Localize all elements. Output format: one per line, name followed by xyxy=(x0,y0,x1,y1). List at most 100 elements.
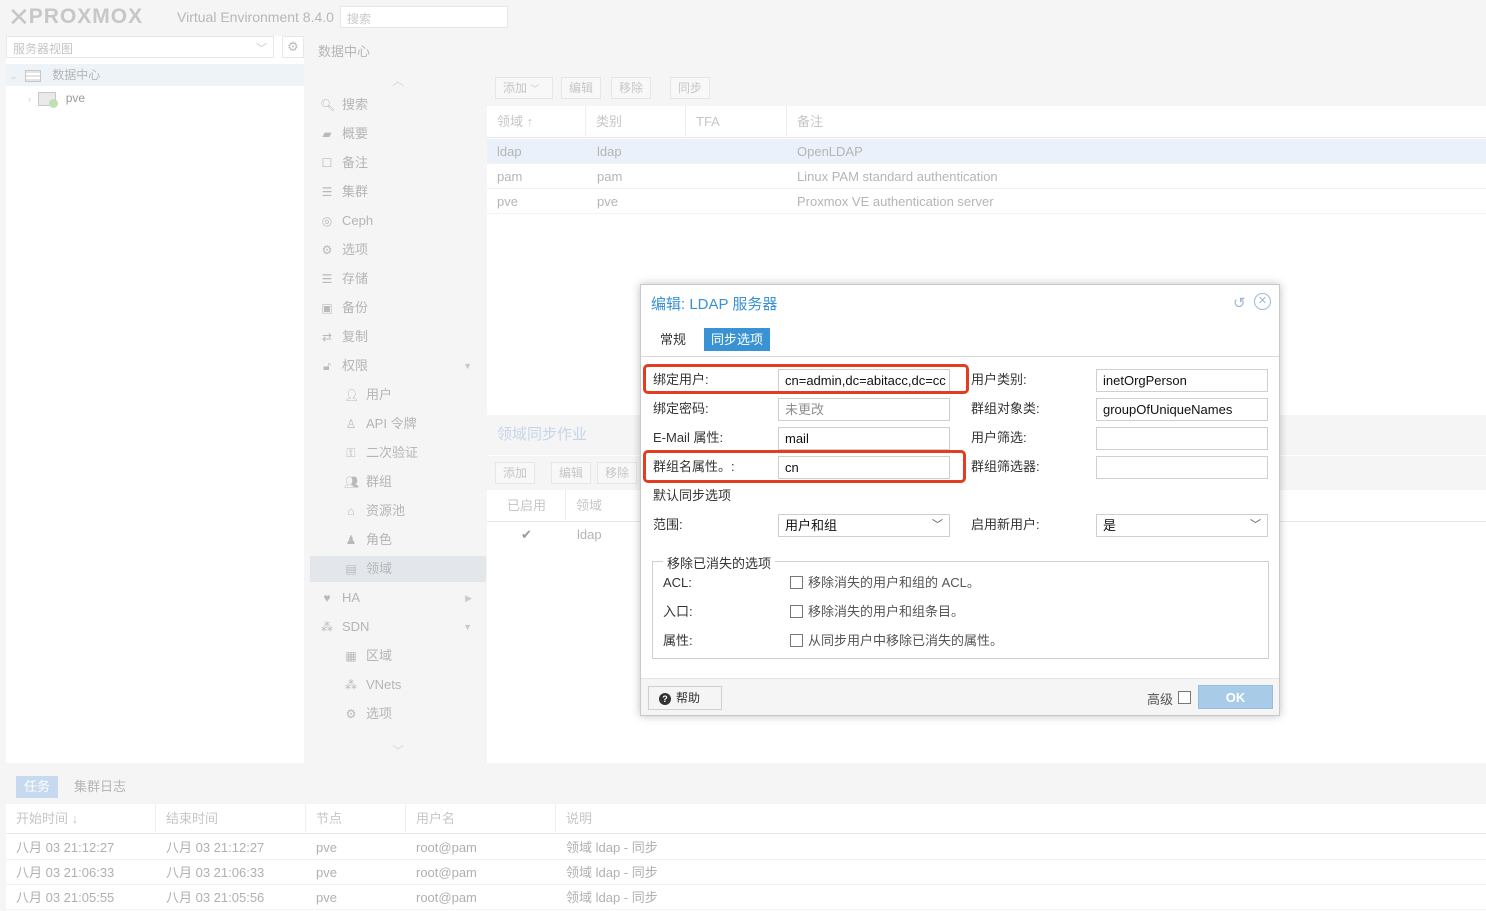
nav-item-roles[interactable]: ♟ 角色 xyxy=(310,527,486,553)
nav-label: 群组 xyxy=(366,474,393,489)
nav-item-vnets[interactable]: ⁂ VNets xyxy=(310,672,486,698)
nav-item-search[interactable]: 🔍︎ 搜索 xyxy=(310,92,486,118)
user-icon: 👤︎ xyxy=(344,388,360,402)
tab-sync-options[interactable]: 同步选项 xyxy=(704,328,771,351)
nav-item-realms[interactable]: ▤ 领域 xyxy=(310,556,486,582)
tree-item-label: pve xyxy=(65,91,86,105)
table-row[interactable]: pam pam Linux PAM standard authenticatio… xyxy=(487,164,1486,189)
nav-item-notes[interactable]: ☐ 备注 xyxy=(310,150,486,176)
check-icon: ✔ xyxy=(521,527,532,542)
nav-item-replication[interactable]: ⇄ 复制 xyxy=(310,324,486,350)
nav-item-groups[interactable]: 👥︎ 群组 xyxy=(310,469,486,495)
cell-description: 领域 ldap - 同步 xyxy=(566,890,658,905)
group-filter-field[interactable] xyxy=(1096,456,1268,479)
search-input[interactable]: 搜索 xyxy=(340,6,508,28)
gear-icon[interactable]: ⚙ xyxy=(282,36,304,58)
user-outline-icon: ♙ xyxy=(345,417,357,431)
expand-arrow-icon[interactable]: ▶ xyxy=(465,585,472,611)
nav-item-summary[interactable]: ▰ 概要 xyxy=(310,121,486,147)
expand-icon[interactable]: ⌄ xyxy=(10,71,18,81)
column-header-comment[interactable]: 备注 xyxy=(787,106,1486,138)
bind-password-label: 绑定密码: xyxy=(653,401,709,416)
column-header-user[interactable]: 用户名 xyxy=(406,804,556,834)
column-header-realm[interactable]: 领域 ↑ xyxy=(487,106,586,138)
scroll-up-icon[interactable]: ︿ xyxy=(392,72,404,89)
nav-item-sdn[interactable]: ⁂ SDN ▼ xyxy=(310,614,486,640)
tab-tasks[interactable]: 任务 xyxy=(16,776,59,798)
entry-checkbox[interactable] xyxy=(790,605,803,618)
remove-button[interactable]: 移除 xyxy=(611,77,652,99)
column-header-description[interactable]: 说明 xyxy=(556,804,1486,834)
properties-text: 从同步用户中移除已消失的属性。 xyxy=(808,633,1004,648)
acl-checkbox[interactable] xyxy=(790,576,803,589)
add-button[interactable]: 添加 ﹀ xyxy=(495,77,553,99)
sync-button[interactable]: 同步 xyxy=(670,77,711,99)
nav-item-cluster[interactable]: ☰ 集群 xyxy=(310,179,486,205)
nav-item-storage[interactable]: ☰ 存储 xyxy=(310,266,486,292)
column-header-node[interactable]: 节点 xyxy=(306,804,406,834)
table-row[interactable]: ldap ldap OpenLDAP xyxy=(487,139,1486,164)
user-filter-label: 用户筛选: xyxy=(971,430,1027,445)
table-row[interactable]: 八月 03 21:12:27 八月 03 21:12:27 pve root@p… xyxy=(6,835,1486,860)
cell-user: root@pam xyxy=(416,865,477,880)
scope-value: 用户和组 xyxy=(785,518,838,533)
nav-item-ha[interactable]: ♥ HA ▶ xyxy=(310,585,486,611)
column-header-enabled[interactable]: 已启用 xyxy=(497,490,566,522)
nav-item-users[interactable]: 👤︎ 用户 xyxy=(310,382,486,408)
bind-password-field[interactable]: 未更改 xyxy=(778,398,950,421)
column-header-type[interactable]: 类别 xyxy=(586,106,686,138)
add-sync-job-button[interactable]: 添加 xyxy=(495,462,536,484)
enable-new-select[interactable]: 是 ﹀ xyxy=(1096,514,1268,537)
tree-item-pve[interactable]: › pve xyxy=(6,87,304,109)
user-class-field[interactable]: inetOrgPerson xyxy=(1096,369,1268,392)
view-select[interactable]: 服务器视图 ﹀ xyxy=(6,36,274,58)
edit-button[interactable]: 编辑 xyxy=(561,77,602,99)
expand-icon[interactable]: › xyxy=(28,94,31,104)
nav-item-pools[interactable]: ⌂ 资源池 xyxy=(310,498,486,524)
edit-ldap-dialog: 编辑: LDAP 服务器 ↺ ✕ 常规 同步选项 绑定用户: cn=admin,… xyxy=(640,284,1280,716)
table-row[interactable]: 八月 03 21:05:55 八月 03 21:05:56 pve root@p… xyxy=(6,885,1486,910)
ok-button[interactable]: OK xyxy=(1198,685,1273,709)
version-label: Virtual Environment 8.4.0 xyxy=(177,9,334,25)
properties-checkbox[interactable] xyxy=(790,634,803,647)
table-row[interactable]: 八月 03 21:06:33 八月 03 21:06:33 pve root@p… xyxy=(6,860,1486,885)
nav-item-ceph[interactable]: ◎ Ceph xyxy=(310,208,486,234)
tab-cluster-log[interactable]: 集群日志 xyxy=(66,776,134,798)
column-header-realm[interactable]: 领域 xyxy=(566,490,646,522)
tree-item-datacenter[interactable]: ⌄ 数据中心 xyxy=(6,64,304,86)
nav-item-api-tokens[interactable]: ♙ API 令牌 xyxy=(310,411,486,437)
collapse-arrow-icon[interactable]: ▼ xyxy=(463,353,472,379)
tab-general[interactable]: 常规 xyxy=(653,328,693,351)
proxmox-logo: ✕ PROXMOX xyxy=(8,2,143,32)
advanced-checkbox[interactable] xyxy=(1178,691,1191,704)
task-grid-header: 开始时间 ↓ 结束时间 节点 用户名 说明 xyxy=(6,804,1486,834)
nav-item-sdn-options[interactable]: ⚙ 选项 xyxy=(310,701,486,727)
scope-select[interactable]: 用户和组 ﹀ xyxy=(778,514,950,537)
nav-item-permissions[interactable]: 🔓︎ 权限 ▼ xyxy=(310,353,486,379)
help-button[interactable]: ? 帮助 xyxy=(648,686,722,710)
user-filter-field[interactable] xyxy=(1096,427,1268,450)
email-attr-field[interactable]: mail xyxy=(778,427,950,450)
cell-start: 八月 03 21:06:33 xyxy=(16,865,115,880)
cell-type: ldap xyxy=(597,144,622,159)
advanced-label: 高级 xyxy=(1147,692,1174,707)
scroll-down-icon[interactable]: ﹀ xyxy=(392,742,404,759)
nav-item-options[interactable]: ⚙ 选项 xyxy=(310,237,486,263)
close-icon[interactable]: ✕ xyxy=(1254,293,1271,310)
nav-item-tfa[interactable]: ⚿ 二次验证 xyxy=(310,440,486,466)
remove-sync-job-button[interactable]: 移除 xyxy=(597,462,638,484)
nav-item-zones[interactable]: ▦ 区域 xyxy=(310,643,486,669)
column-header-tfa[interactable]: TFA xyxy=(686,106,787,138)
edit-sync-job-button[interactable]: 编辑 xyxy=(551,462,592,484)
column-header-start-time[interactable]: 开始时间 ↓ xyxy=(6,804,156,834)
cell-type: pam xyxy=(597,169,623,184)
column-header-end-time[interactable]: 结束时间 xyxy=(156,804,306,834)
nav-item-backup[interactable]: ▣ 备份 xyxy=(310,295,486,321)
reset-icon[interactable]: ↺ xyxy=(1233,294,1246,312)
table-row[interactable]: pve pve Proxmox VE authentication server xyxy=(487,189,1486,214)
nav-label: 资源池 xyxy=(366,503,406,518)
chevron-down-icon: ﹀ xyxy=(932,519,943,531)
collapse-arrow-icon[interactable]: ▼ xyxy=(463,614,472,640)
nav-label: 二次验证 xyxy=(366,445,419,460)
group-class-field[interactable]: groupOfUniqueNames xyxy=(1096,398,1268,421)
